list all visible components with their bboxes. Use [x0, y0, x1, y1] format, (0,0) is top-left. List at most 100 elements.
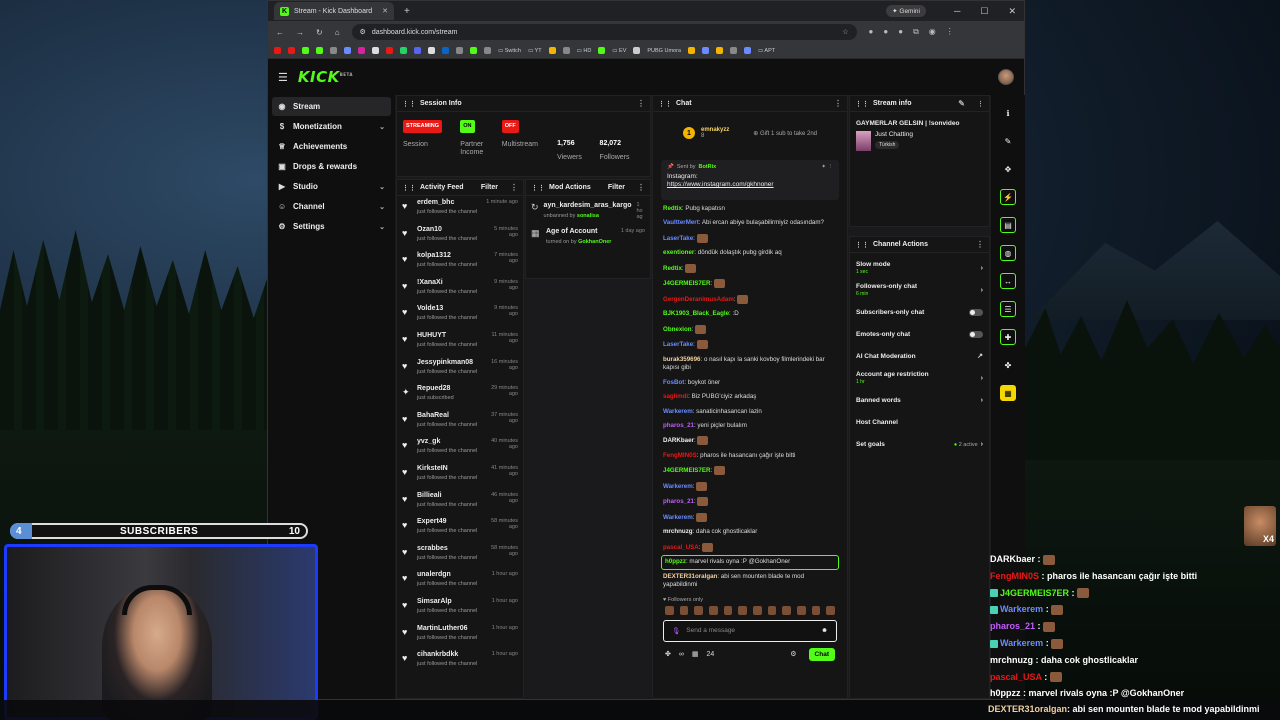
more-options-icon[interactable]: ⋮ — [637, 99, 645, 108]
chat-username[interactable]: mrchnuzg — [663, 528, 693, 535]
chat-message[interactable]: Warkerem: — [663, 479, 837, 495]
tab-kick-dashboard[interactable]: K Stream - Kick Dashboard ✕ — [274, 2, 394, 20]
home-icon[interactable]: ⌂ — [335, 28, 340, 37]
send-chat-button[interactable]: Chat — [808, 647, 835, 661]
activity-item[interactable]: ♥ unalerdgn just followed the channel 1 h… — [397, 568, 523, 595]
chat-username[interactable]: LaserTake — [663, 235, 693, 242]
sidebar-item-monetization[interactable]: $ Monetization ⌄ — [272, 117, 391, 136]
activity-item[interactable]: ♥ Billieali just followed the channel 46 … — [397, 489, 523, 516]
chat-message[interactable]: DARKbaer: — [663, 433, 837, 449]
activity-item[interactable]: ♥ Volde13 just followed the channel 9 min… — [397, 302, 523, 329]
gift-sub-button[interactable]: ⊕ Gift 1 sub to take 2nd — [753, 130, 817, 137]
activity-item[interactable]: ✦ Repued28 just subscribed 29 minutes ago — [397, 382, 523, 409]
chat-message[interactable]: pharos_21: yeni piçler bulalım — [663, 419, 837, 433]
more-options-icon[interactable]: ⋮ — [977, 100, 984, 108]
activity-username[interactable]: cihankrbdkk — [417, 651, 477, 658]
chat-username[interactable]: Warkerem — [663, 408, 693, 415]
chat-username[interactable]: Redtix — [663, 265, 682, 272]
bookmark-icon[interactable] — [288, 47, 295, 54]
activity-username[interactable]: HUHUYT — [417, 332, 477, 339]
puzzle-icon[interactable]: ✤ — [1000, 357, 1016, 373]
activity-username[interactable]: !XanaXi — [417, 279, 477, 286]
activity-username[interactable]: erdem_bhc — [417, 199, 477, 206]
emote-icon[interactable] — [738, 605, 748, 615]
activity-item[interactable]: ♥ Jessypinkman08 just followed the channe… — [397, 356, 523, 383]
gift-icon[interactable]: ✤ — [665, 650, 671, 658]
chat-username[interactable]: Obnexion — [663, 326, 692, 333]
user-avatar[interactable] — [998, 69, 1014, 85]
drag-handle-icon[interactable]: ⋮⋮ — [855, 100, 869, 108]
bookmark-icon[interactable] — [414, 47, 421, 54]
chat-username[interactable]: pharos_21 — [663, 422, 694, 429]
more-options-icon[interactable]: ⋮ — [637, 183, 645, 192]
chat-input[interactable]: 🎙 Send a message ☻ — [663, 619, 837, 642]
activity-username[interactable]: Volde13 — [417, 305, 477, 312]
bookmark-icon[interactable] — [316, 47, 323, 54]
chat-username[interactable]: LaserTake — [663, 342, 693, 349]
toggle-switch[interactable] — [969, 330, 983, 338]
bookmark-icon[interactable] — [442, 47, 449, 54]
activity-item[interactable]: ♥ scrabbes just followed the channel 58 m… — [397, 542, 523, 569]
drag-handle-icon[interactable]: ⋮⋮ — [402, 184, 416, 192]
site-info-icon[interactable]: ⚙ — [360, 28, 366, 36]
extension-icon[interactable]: ● — [869, 27, 874, 37]
sidebar-item-settings[interactable]: ⚙ Settings ⌄ — [272, 217, 391, 236]
bookmark-icon[interactable] — [633, 47, 641, 54]
back-icon[interactable]: ← — [276, 28, 284, 37]
chat-message[interactable]: exentioner: döndük dolaştık pubg girdik … — [663, 246, 837, 260]
maximize-icon[interactable]: ☐ — [980, 6, 988, 17]
channel-action-item[interactable]: Emotes-only chat — [850, 323, 989, 345]
chat-message[interactable]: saglimdi: Biz PUBG'ciyiz arkadaş — [663, 390, 837, 404]
chat-message[interactable]: FengMIN0S: pharos ile hasancanı çağır iş… — [663, 449, 837, 463]
bookmark-icon[interactable] — [330, 47, 337, 54]
chat-message[interactable]: Obnexion: — [663, 322, 837, 338]
chat-username[interactable]: J4GERMEIS7ER — [663, 467, 710, 474]
activity-username[interactable]: Repued28 — [417, 385, 454, 392]
partner-on-badge[interactable]: ON — [460, 120, 475, 133]
more-options-icon[interactable]: ⋮ — [834, 99, 842, 108]
chat-message[interactable]: LaserTake: — [663, 231, 837, 247]
activity-item[interactable]: ♥ SimsarAlp just followed the channel 1 h… — [397, 595, 523, 622]
wrench-icon[interactable]: ✚ — [1000, 329, 1016, 345]
chat-message[interactable]: FosBot: boykot öner — [663, 376, 837, 390]
activity-item[interactable]: ♥ HUHUYT just followed the channel 11 min… — [397, 329, 523, 356]
bookmark-pubg[interactable]: PUBG Umora — [647, 48, 681, 54]
chat-username[interactable]: Redtix — [663, 205, 682, 212]
chat-message[interactable]: VaultterMert: Abi ercan abiye bulaşabili… — [663, 216, 837, 230]
bookmark-icon[interactable] — [400, 47, 407, 54]
chat-message[interactable]: BJK1903_Black_Eagle: :D — [663, 307, 837, 321]
reload-icon[interactable]: ↻ — [316, 28, 323, 37]
chat-username[interactable]: pharos_21 — [663, 499, 694, 506]
activity-username[interactable]: Jessypinkman08 — [417, 359, 477, 366]
chat-message[interactable]: Redtix: Pubg kapatısn — [663, 202, 837, 216]
category-name[interactable]: Just Chatting — [875, 131, 913, 138]
activity-username[interactable]: SimsarAlp — [417, 598, 477, 605]
emote-icon[interactable] — [679, 605, 689, 615]
chat-username[interactable]: saglimdi — [663, 393, 688, 400]
activity-username[interactable]: Billieali — [417, 492, 477, 499]
mod-action-item[interactable]: ▦ Age of Account turned on by GokhanOner … — [526, 222, 650, 247]
emote-icon[interactable] — [797, 605, 806, 615]
bookmark-icon[interactable] — [548, 47, 556, 54]
activity-item[interactable]: ♥ !XanaXi just followed the channel 9 min… — [397, 276, 523, 303]
note-icon[interactable]: ▤ — [1000, 217, 1016, 233]
channel-action-item[interactable]: Host Channel — [850, 411, 989, 433]
filter-button[interactable]: Filter — [608, 184, 625, 191]
bookmark-yt[interactable]: ▭ YT — [528, 48, 542, 54]
emote-icon[interactable] — [782, 605, 792, 615]
category-thumbnail[interactable] — [856, 131, 871, 151]
list-icon[interactable]: ☰ — [1000, 301, 1016, 317]
bookmark-icon[interactable] — [702, 47, 709, 54]
bookmark-icon[interactable] — [428, 47, 435, 54]
chat-message[interactable]: h0ppzz: marvel rivals oyna :P @GokhanOne… — [661, 555, 839, 570]
channel-action-item[interactable]: Account age restriction 1 hr › — [850, 367, 989, 389]
activity-username[interactable]: kolpa1312 — [417, 252, 477, 259]
activity-item[interactable]: ♥ erdem_bhc just followed the channel 1 m… — [397, 196, 523, 223]
drag-handle-icon[interactable]: ⋮⋮ — [402, 100, 416, 108]
profile-icon[interactable]: ◉ — [929, 27, 936, 37]
activity-item[interactable]: ♥ Expert49 just followed the channel 58 m… — [397, 515, 523, 542]
edit-pencil-icon[interactable]: ✎ — [958, 99, 965, 108]
minimize-icon[interactable]: ─ — [954, 6, 960, 16]
bookmark-icon[interactable] — [274, 47, 281, 54]
chat-username[interactable]: FosBot — [663, 379, 684, 386]
